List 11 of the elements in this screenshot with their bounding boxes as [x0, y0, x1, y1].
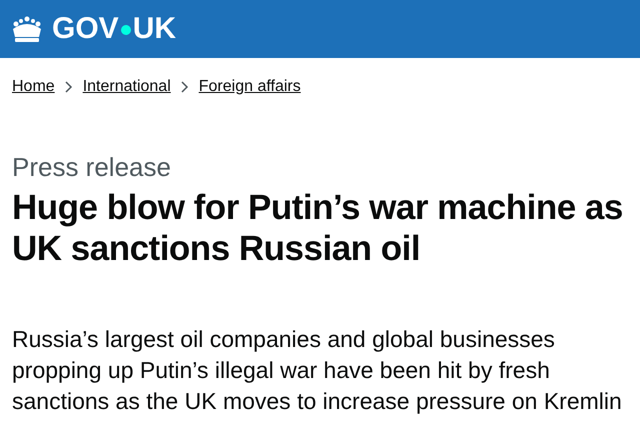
- breadcrumb-link[interactable]: International: [82, 75, 171, 99]
- chevron-icon: [180, 81, 189, 93]
- summary-text: Russia’s largest oil companies and global businesses propping up Putin’s illegal war have been hit by fresh sanctions as the UK moves to increase pressure on Kremlin: [12, 325, 623, 416]
- page-title: Huge blow for Putin’s war machine as UK sanctions Russian oil: [12, 187, 624, 269]
- document-type: Press release: [12, 151, 172, 183]
- govuk-logo[interactable]: GOV UK: [10, 14, 176, 44]
- crown-icon: [10, 15, 44, 43]
- dot-icon: [120, 25, 131, 36]
- breadcrumb-link[interactable]: Foreign affairs: [198, 75, 301, 99]
- breadcrumb-link[interactable]: Home: [12, 75, 55, 99]
- chevron-icon: [64, 81, 73, 93]
